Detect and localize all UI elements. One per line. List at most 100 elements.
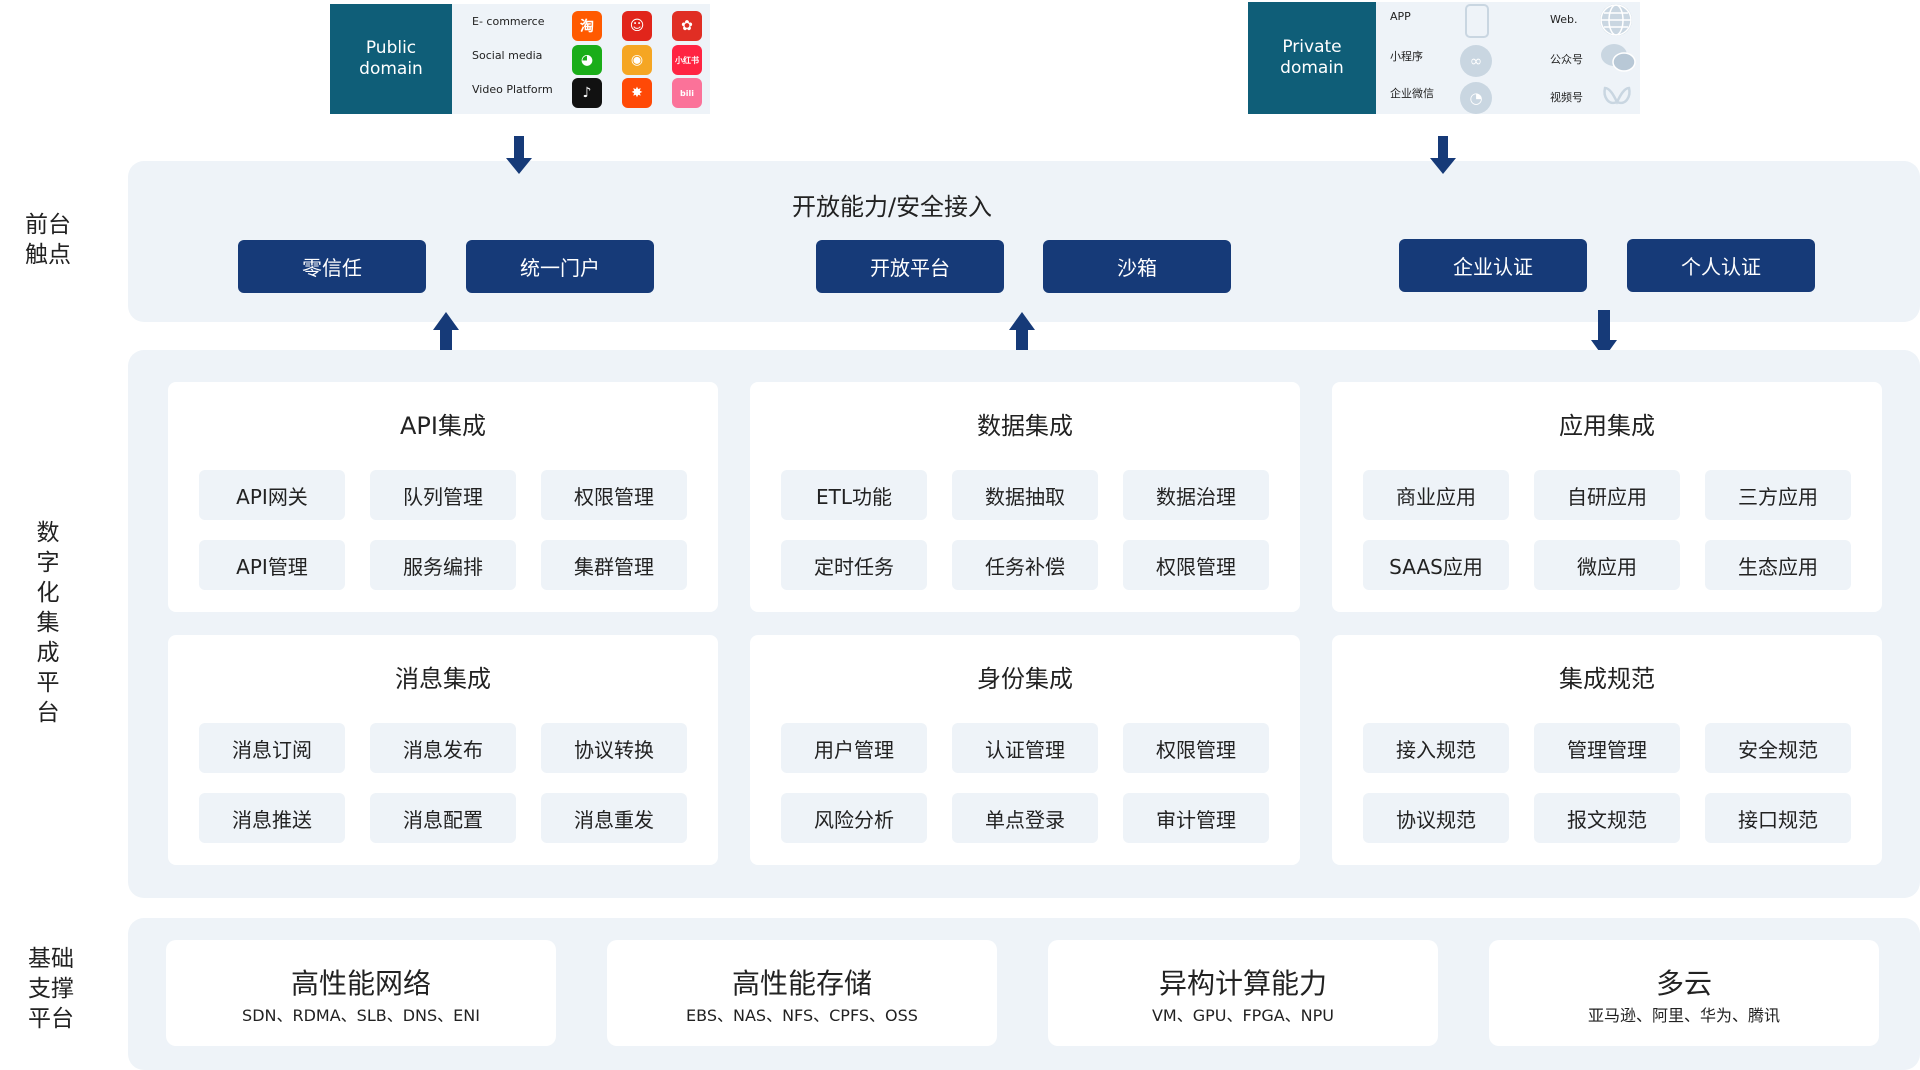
identity-integration-item[interactable]: 单点登录 [952,793,1098,843]
side-label-line: 台 [36,700,60,726]
message-integration-item[interactable]: 消息推送 [199,793,345,843]
personal-auth-button[interactable]: 个人认证 [1627,239,1815,292]
private-domain-header: Private domain [1248,2,1376,114]
side-label-front: 前台 触点 [18,210,78,270]
private-domain-channel: Private domain APP 小程序 企业微信 Web. 公众号 视频号… [1248,2,1640,114]
weibo-icon: ◉ [622,45,652,75]
integration-standards-card: 集成规范 接入规范 管理管理 安全规范 协议规范 报文规范 接口规范 [1332,635,1882,865]
sandbox-button[interactable]: 沙箱 [1043,240,1231,293]
kuaishou-icon: ✸ [622,78,652,108]
data-integration-title: 数据集成 [977,412,1073,440]
data-integration-item[interactable]: 数据抽取 [952,470,1098,520]
base-storage-card: 高性能存储 EBS、NAS、NFS、CPFS、OSS [607,940,997,1046]
jd-icon: ☺ [622,11,652,41]
public-domain-title-line2: domain [359,59,423,79]
base-network-card: 高性能网络 SDN、RDMA、SLB、DNS、ENI [166,940,556,1046]
base-multicloud-card: 多云亚马逊、阿里、华为、腾讯 [1489,940,1879,1046]
api-integration-item[interactable]: 服务编排 [370,540,516,590]
api-integration-item[interactable]: 权限管理 [541,470,687,520]
identity-integration-card: 身份集成用户管理 认证管理 权限管理风险分析 单点登录 审计管理 [750,635,1300,865]
unified-portal-button[interactable]: 统一门户 [466,240,654,293]
message-integration-item[interactable]: 协议转换 [541,723,687,773]
side-label-line: 支撑 [28,976,74,1002]
data-integration-item[interactable]: 数据治理 [1123,470,1269,520]
private-label-channels: 视频号 [1550,91,1583,104]
app-integration-title: 应用集成 [1559,412,1655,440]
phone-icon [1465,4,1489,38]
api-integration-item[interactable]: 集群管理 [541,540,687,590]
identity-integration-item[interactable]: 风险分析 [781,793,927,843]
douyin-icon: ♪ [572,78,602,108]
side-label-line: 基础 [28,946,74,972]
private-domain-title-line1: Private [1282,37,1342,57]
wechat-icon: ◕ [572,45,602,75]
integration-standards-item[interactable]: 报文规范 [1534,793,1680,843]
globe-icon [1600,4,1632,36]
public-row-ecommerce: E- commerce [472,15,545,28]
identity-integration-item[interactable]: 审计管理 [1123,793,1269,843]
integration-standards-item[interactable]: 协议规范 [1363,793,1509,843]
app-integration-item[interactable]: 三方应用 [1705,470,1851,520]
identity-integration-item[interactable]: 权限管理 [1123,723,1269,773]
official-account-icon [1600,42,1636,74]
public-domain-title-line1: Public [365,38,417,58]
message-integration-item[interactable]: 消息重发 [541,793,687,843]
side-label-line: 数 [36,520,60,546]
message-integration-item[interactable]: 消息发布 [370,723,516,773]
data-integration-item[interactable]: 任务补偿 [952,540,1098,590]
side-label-line: 成 [36,640,60,666]
side-label-base: 基础 支撑 平台 [20,944,82,1034]
app-integration-item[interactable]: 微应用 [1534,540,1680,590]
private-label-web: Web. [1550,13,1578,26]
front-title: 开放能力/安全接入 [791,193,993,221]
arrow-down-public [506,136,532,174]
private-domain-title-line2: domain [1280,58,1344,78]
zero-trust-button[interactable]: 零信任 [238,240,426,293]
side-label-line: 前台 [25,212,71,238]
base-compute-title: 异构计算能力 [1158,967,1327,1000]
app-integration-item[interactable]: 商业应用 [1363,470,1509,520]
integration-standards-item[interactable]: 管理管理 [1534,723,1680,773]
private-label-miniprogram: 小程序 [1390,50,1423,63]
integration-standards-item[interactable]: 接口规范 [1705,793,1851,843]
data-integration-item[interactable]: ETL功能 [781,470,927,520]
app-integration-card: 应用集成商业应用 自研应用 三方应用 SAAS应用 微应用 生态应用 [1332,382,1882,612]
app-integration-item[interactable]: 生态应用 [1705,540,1851,590]
identity-integration-item[interactable]: 用户管理 [781,723,927,773]
identity-integration-title: 身份集成 [977,665,1073,693]
data-integration-item[interactable]: 权限管理 [1123,540,1269,590]
base-network-subtitle: SDN、RDMA、SLB、DNS、ENI [242,1006,480,1025]
public-row-video: Video Platform [472,83,553,96]
base-multicloud-subtitle: 亚马逊、阿里、华为、腾讯 [1587,1006,1780,1025]
base-storage-title: 高性能存储 [731,967,872,1000]
app-integration-item[interactable]: SAAS应用 [1363,540,1509,590]
taobao-icon: 淘 [572,11,602,41]
enterprise-auth-button[interactable]: 企业认证 [1399,239,1587,292]
api-integration-item[interactable]: API管理 [199,540,345,590]
api-integration-item[interactable]: 队列管理 [370,470,516,520]
public-domain-header: Public domain [330,4,452,114]
api-integration-item[interactable]: API网关 [199,470,345,520]
side-label-line: 字 [36,550,60,576]
api-integration-card: API集成 API网关 队列管理 权限管理 API管理 服务编排 集群管理 [168,382,718,612]
data-integration-item[interactable]: 定时任务 [781,540,927,590]
base-multicloud-title: 多云 [1655,967,1712,1000]
base-storage-subtitle: EBS、NAS、NFS、CPFS、OSS [686,1006,918,1025]
message-integration-item[interactable]: 消息配置 [370,793,516,843]
side-label-line: 平台 [28,1006,74,1032]
open-platform-button[interactable]: 开放平台 [816,240,1004,293]
arrow-down-private [1430,136,1456,174]
base-network-title: 高性能网络 [290,967,431,1000]
app-integration-item[interactable]: 自研应用 [1534,470,1680,520]
side-label-line: 触点 [25,242,71,268]
private-label-official-account: 公众号 [1550,53,1583,66]
api-integration-title: API集成 [400,412,486,440]
message-integration-item[interactable]: 消息订阅 [199,723,345,773]
identity-integration-item[interactable]: 认证管理 [952,723,1098,773]
integration-standards-item[interactable]: 接入规范 [1363,723,1509,773]
public-domain-channel: Public domain E- commerce Social media V… [330,4,710,114]
side-label-line: 化 [36,580,60,606]
integration-standards-item[interactable]: 安全规范 [1705,723,1851,773]
base-compute-subtitle: VM、GPU、FPGA、NPU [1151,1006,1335,1025]
private-label-app: APP [1390,10,1411,23]
